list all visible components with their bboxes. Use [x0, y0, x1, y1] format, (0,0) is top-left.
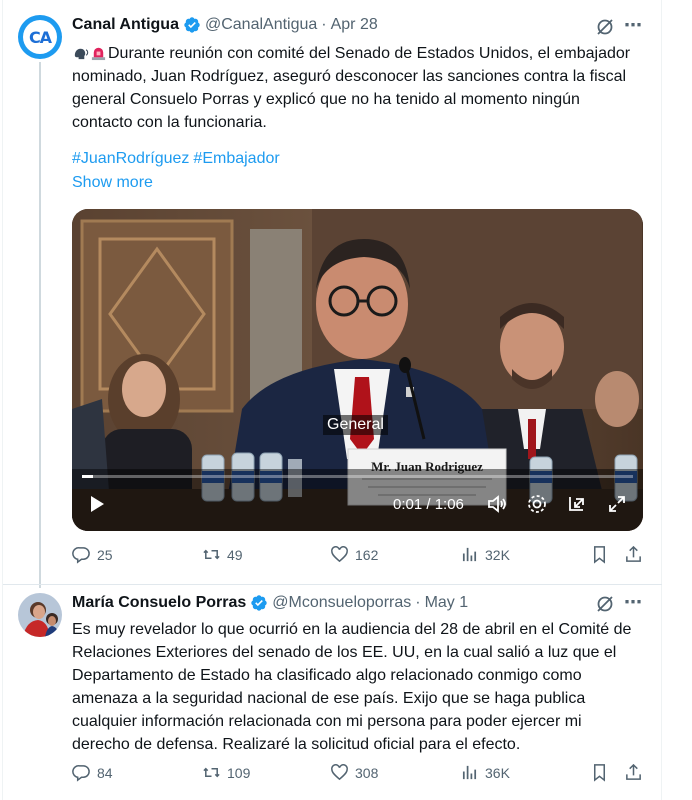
share-icon [626, 763, 641, 780]
video-time: 0:01 / 1:06 [393, 496, 464, 513]
fullscreen-icon[interactable] [606, 493, 628, 515]
settings-gear-icon[interactable] [526, 493, 548, 515]
tweet-divider [3, 584, 662, 585]
heart-icon [331, 764, 348, 781]
like-count: 162 [355, 546, 379, 563]
play-icon[interactable] [86, 493, 108, 515]
more-options-icon[interactable]: ⋯ [623, 15, 643, 35]
speaking-head-emoji [74, 48, 89, 60]
separator-dot: · [415, 594, 421, 611]
like-button[interactable]: 308 [330, 763, 378, 782]
tweet-body: Durante reunión con comité del Senado de… [72, 45, 631, 131]
bookmark-icon [593, 764, 606, 782]
author-handle[interactable]: @Mconsueloporras [272, 594, 411, 612]
tweet-header: Canal Antigua @CanalAntigua · Apr 28 [72, 16, 378, 34]
hashtag-link[interactable]: #Embajador [193, 150, 279, 167]
grok-icon[interactable] [595, 594, 615, 614]
tweet[interactable]: María Consuelo Porras @Mconsueloporras ·… [0, 586, 662, 800]
bookmark-button[interactable] [590, 545, 609, 564]
author-name[interactable]: Canal Antigua [72, 16, 179, 34]
author-name[interactable]: María Consuelo Porras [72, 594, 246, 612]
police-light-emoji [91, 47, 106, 61]
reply-button[interactable]: 84 [72, 763, 113, 782]
video-player[interactable]: Mr. Juan Rodriguez General 0:01 / 1:06 [72, 209, 643, 531]
views-chart-icon [462, 765, 477, 780]
view-count: 32K [485, 546, 510, 563]
profile-photo [18, 593, 62, 637]
canal-antigua-logo: CA [23, 20, 57, 54]
avatar[interactable] [18, 593, 62, 637]
logo-text: CA [28, 27, 52, 47]
heart-icon [331, 546, 348, 563]
share-button[interactable] [624, 763, 643, 782]
reply-count: 25 [97, 546, 113, 563]
reply-count: 84 [97, 764, 113, 781]
volume-icon[interactable] [486, 493, 508, 515]
hashtag-link[interactable]: #JuanRodríguez [72, 150, 189, 167]
retweet-button[interactable]: 49 [202, 545, 243, 564]
like-count: 308 [355, 764, 379, 781]
share-icon [626, 545, 641, 562]
more-options-icon[interactable]: ⋯ [623, 592, 643, 612]
tweet[interactable]: CA Canal Antigua @CanalAntigua · Apr 28 … [0, 0, 662, 588]
author-handle[interactable]: @CanalAntigua [205, 16, 317, 34]
video-progress-bar[interactable] [82, 475, 633, 478]
retweet-button[interactable]: 109 [202, 763, 250, 782]
verified-badge-icon [184, 17, 200, 33]
timeline: CA Canal Antigua @CanalAntigua · Apr 28 … [0, 0, 692, 800]
thread-connector-line [39, 62, 41, 588]
show-more-link[interactable]: Show more [72, 174, 153, 192]
view-count: 36K [485, 764, 510, 781]
avatar[interactable]: CA [18, 15, 62, 59]
video-frame: Mr. Juan Rodriguez [72, 209, 643, 531]
tweet-text: Es muy revelador lo que ocurrió en la au… [72, 621, 632, 753]
tweet-text: Durante reunión con comité del Senado de… [72, 42, 642, 134]
tweet-actions: 25 49 162 32K [72, 545, 647, 569]
reply-icon [72, 765, 90, 782]
bookmark-button[interactable] [590, 763, 609, 782]
tweet-actions: 84 109 308 36K [72, 763, 647, 787]
views-chart-icon [462, 547, 477, 562]
retweet-icon [203, 767, 220, 778]
video-caption: General [323, 415, 388, 435]
video-controls: 0:01 / 1:06 [72, 493, 643, 523]
reply-button[interactable]: 25 [72, 545, 113, 564]
verified-badge-icon [251, 595, 267, 611]
video-progress-fill [82, 475, 94, 478]
grok-icon[interactable] [595, 17, 615, 37]
retweet-count: 49 [227, 546, 243, 563]
tweet-date[interactable]: Apr 28 [331, 16, 378, 34]
bookmark-icon [593, 546, 606, 564]
hashtag-list: #JuanRodríguez #Embajador [72, 150, 284, 168]
retweet-count: 109 [227, 764, 251, 781]
views-button[interactable]: 36K [460, 763, 510, 782]
share-button[interactable] [624, 545, 643, 564]
like-button[interactable]: 162 [330, 545, 378, 564]
views-button[interactable]: 32K [460, 545, 510, 564]
picture-in-picture-icon[interactable] [566, 493, 588, 515]
tweet-date[interactable]: May 1 [425, 594, 469, 612]
tweet-header: María Consuelo Porras @Mconsueloporras ·… [72, 594, 468, 612]
retweet-icon [203, 549, 220, 560]
reply-icon [72, 547, 90, 564]
separator-dot: · [321, 16, 327, 33]
